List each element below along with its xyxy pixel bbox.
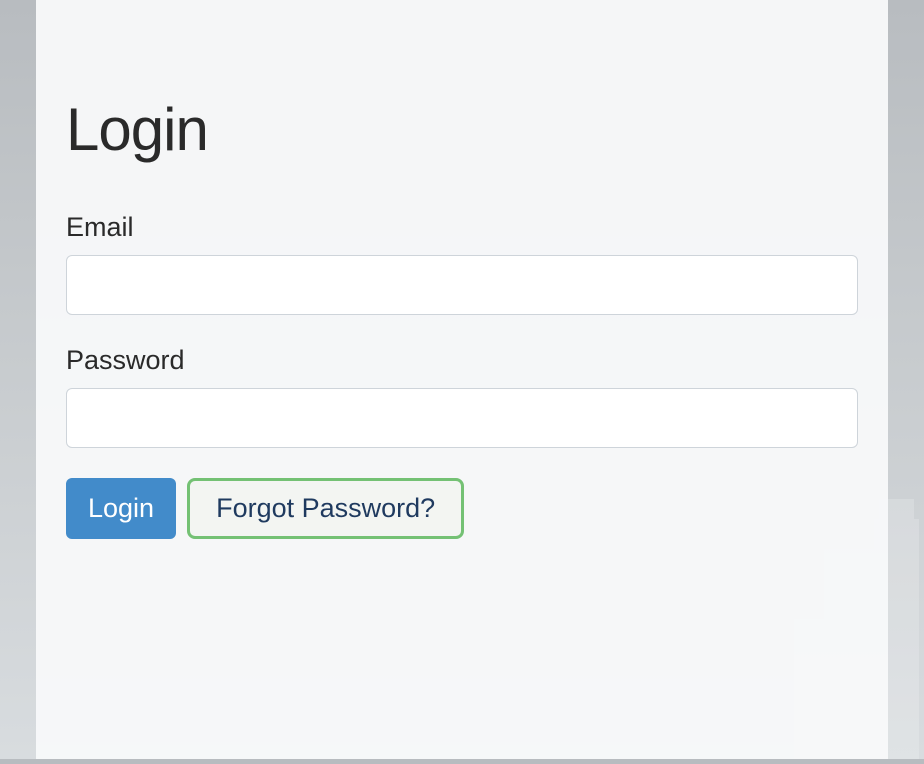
password-form-group: Password <box>66 345 858 448</box>
password-label: Password <box>66 345 858 376</box>
password-field[interactable] <box>66 388 858 448</box>
email-label: Email <box>66 212 858 243</box>
login-card: Login Email Password Login Forgot Passwo… <box>36 0 888 759</box>
email-form-group: Email <box>66 212 858 315</box>
login-button[interactable]: Login <box>66 478 176 539</box>
button-row: Login Forgot Password? <box>66 478 858 539</box>
email-field[interactable] <box>66 255 858 315</box>
forgot-password-button[interactable]: Forgot Password? <box>187 478 464 539</box>
page-title: Login <box>66 95 858 164</box>
